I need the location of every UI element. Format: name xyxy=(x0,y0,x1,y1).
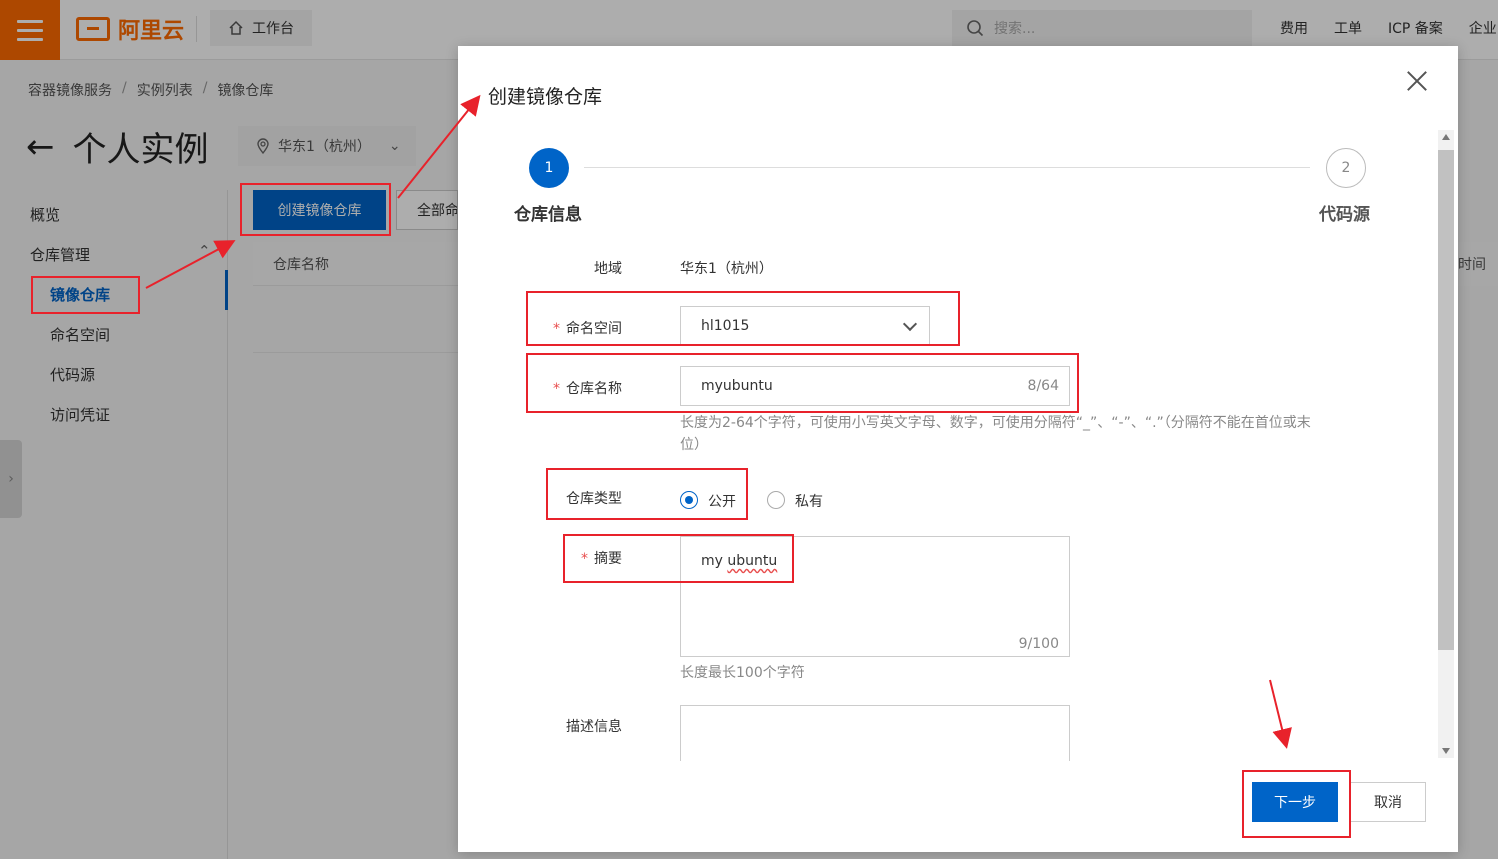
create-repo-dialog: 创建镜像仓库 1 2 仓库信息 代码源 地域 华东1（杭州） * 命名空间 hl1… xyxy=(458,46,1458,852)
repo-type-private-label[interactable]: 私有 xyxy=(795,491,823,511)
annotation-box xyxy=(526,291,960,346)
annotation-box xyxy=(546,468,748,520)
scrollbar-thumb[interactable] xyxy=(1438,150,1454,650)
region-value: 华东1（杭州） xyxy=(680,261,773,277)
dialog-title: 创建镜像仓库 xyxy=(488,86,603,108)
repo-type-private-radio[interactable] xyxy=(767,491,785,509)
description-textarea[interactable] xyxy=(680,705,1070,761)
region-label: 地域 xyxy=(594,261,622,277)
annotation-box xyxy=(563,534,794,583)
description-label: 描述信息 xyxy=(566,719,622,735)
scroll-up-icon[interactable] xyxy=(1442,134,1450,140)
step-1-label: 仓库信息 xyxy=(514,205,582,225)
close-icon[interactable] xyxy=(1404,68,1430,94)
step-2-label: 代码源 xyxy=(1319,205,1370,225)
step-2-indicator: 2 xyxy=(1326,148,1366,188)
repo-name-help: 长度为2-64个字符，可使用小写英文字母、数字，可使用分隔符“_”、“-”、“.… xyxy=(680,415,1311,453)
step-1-indicator: 1 xyxy=(529,148,569,188)
summary-counter: 9/100 xyxy=(1018,636,1059,652)
stepper-line xyxy=(584,167,1310,168)
annotation-box xyxy=(526,353,1079,413)
annotation-box xyxy=(31,276,140,314)
cancel-button[interactable]: 取消 xyxy=(1350,782,1426,822)
dialog-scrollbar[interactable] xyxy=(1438,130,1454,758)
summary-help: 长度最长100个字符 xyxy=(680,665,805,681)
annotation-box xyxy=(1242,770,1351,838)
annotation-box xyxy=(240,183,391,236)
scroll-down-icon[interactable] xyxy=(1442,748,1450,754)
